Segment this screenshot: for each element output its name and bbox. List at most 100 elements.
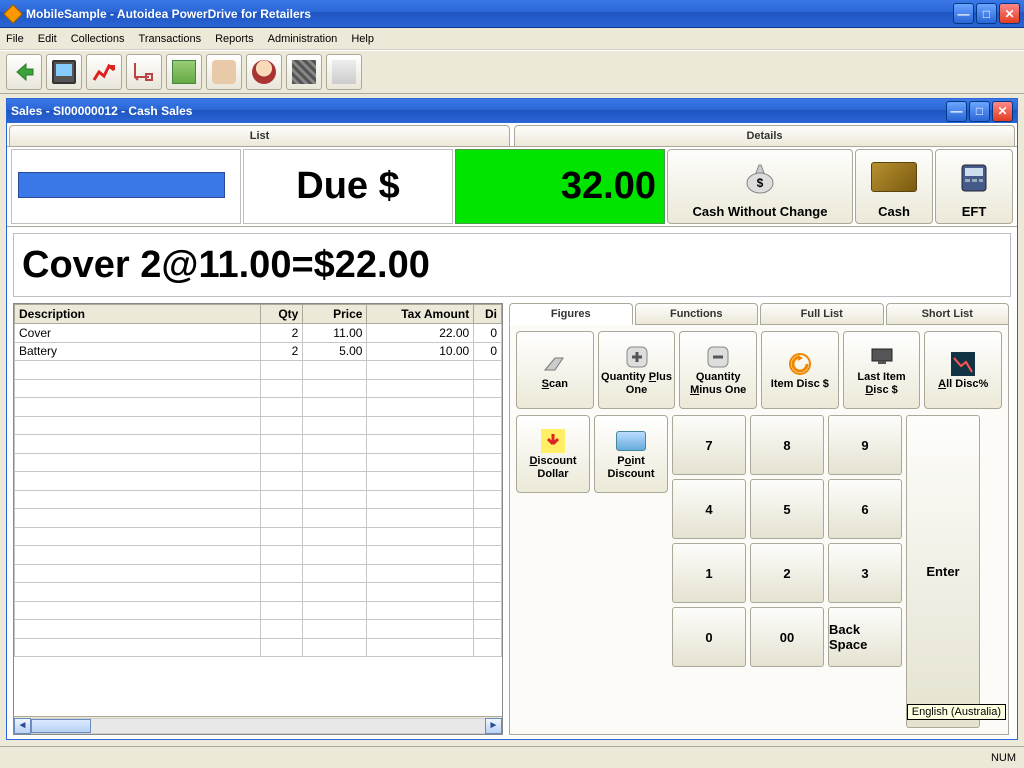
table-row[interactable] [15, 601, 502, 620]
sales-title: Sales - SI00000012 - Cash Sales [11, 104, 192, 118]
table-row[interactable]: Cover 2 11.00 22.00 0 [15, 324, 502, 343]
tool-keyboard[interactable] [286, 54, 322, 90]
menu-file[interactable]: File [6, 33, 24, 45]
table-row[interactable]: Battery 2 5.00 10.00 0 [15, 342, 502, 361]
tool-chart[interactable] [86, 54, 122, 90]
table-row[interactable] [15, 546, 502, 565]
tool-handshake[interactable] [206, 54, 242, 90]
toolbar [0, 50, 1024, 94]
plus-icon [625, 345, 649, 369]
tool-person[interactable] [326, 54, 362, 90]
key-9[interactable]: 9 [828, 415, 902, 475]
key-00[interactable]: 00 [750, 607, 824, 667]
all-disc-pct-button[interactable]: All Disc% [924, 331, 1002, 409]
statusbar: NUM [0, 746, 1024, 768]
progress-bar [18, 172, 225, 198]
sales-close-button[interactable]: ✕ [992, 101, 1013, 122]
col-di[interactable]: Di [474, 305, 502, 324]
tool-money[interactable] [166, 54, 202, 90]
key-8[interactable]: 8 [750, 415, 824, 475]
table-row[interactable] [15, 398, 502, 417]
tool-pos[interactable] [46, 54, 82, 90]
app-title: MobileSample - Autoidea PowerDrive for R… [26, 7, 311, 21]
tab-list[interactable]: List [9, 125, 510, 146]
eft-button[interactable]: EFT [935, 149, 1013, 224]
discount-dollar-button[interactable]: Discount Dollar [516, 415, 590, 493]
key-2[interactable]: 2 [750, 543, 824, 603]
item-disc-button[interactable]: Item Disc $ [761, 331, 839, 409]
table-row[interactable] [15, 490, 502, 509]
money-icon [172, 60, 196, 84]
minimize-button[interactable]: — [953, 3, 974, 24]
table-row[interactable] [15, 453, 502, 472]
scroll-left-icon[interactable]: ◄ [14, 718, 31, 734]
table-row[interactable] [15, 527, 502, 546]
language-tooltip: English (Australia) [907, 704, 1006, 720]
moneybag-icon: $ [740, 159, 780, 195]
tab-details[interactable]: Details [514, 125, 1015, 146]
app-titlebar: MobileSample - Autoidea PowerDrive for R… [0, 0, 1024, 28]
col-qty[interactable]: Qty [260, 305, 303, 324]
menu-help[interactable]: Help [351, 33, 374, 45]
monitor-icon [52, 60, 76, 84]
maximize-button[interactable]: □ [976, 3, 997, 24]
table-row[interactable] [15, 509, 502, 528]
last-item-disc-button[interactable]: Last Item Disc $ [843, 331, 921, 409]
table-row[interactable] [15, 583, 502, 602]
key-enter[interactable]: Enter [906, 415, 980, 728]
tool-cart[interactable] [126, 54, 162, 90]
key-4[interactable]: 4 [672, 479, 746, 539]
table-row[interactable] [15, 638, 502, 657]
menu-administration[interactable]: Administration [268, 33, 338, 45]
menu-reports[interactable]: Reports [215, 33, 254, 45]
scroll-thumb[interactable] [31, 719, 91, 733]
cash-without-change-label: Cash Without Change [693, 204, 828, 219]
tool-support[interactable] [246, 54, 282, 90]
col-price[interactable]: Price [303, 305, 367, 324]
key-backspace[interactable]: Back Space [828, 607, 902, 667]
keyboard-icon [292, 60, 316, 84]
subtab-short-list[interactable]: Short List [886, 303, 1010, 325]
close-button[interactable]: ✕ [999, 3, 1020, 24]
key-0[interactable]: 0 [672, 607, 746, 667]
menu-collections[interactable]: Collections [71, 33, 125, 45]
cash-icon [871, 162, 917, 192]
back-button[interactable] [6, 54, 42, 90]
menu-edit[interactable]: Edit [38, 33, 57, 45]
subtab-full-list[interactable]: Full List [760, 303, 884, 325]
sales-minimize-button[interactable]: — [946, 101, 967, 122]
qty-plus-button[interactable]: Quantity Plus One [598, 331, 676, 409]
col-description[interactable]: Description [15, 305, 261, 324]
key-1[interactable]: 1 [672, 543, 746, 603]
cash-without-change-button[interactable]: $ Cash Without Change [667, 149, 853, 224]
table-row[interactable] [15, 620, 502, 639]
minus-icon [706, 345, 730, 369]
menu-transactions[interactable]: Transactions [139, 33, 202, 45]
table-row[interactable] [15, 435, 502, 454]
scroll-right-icon[interactable]: ► [485, 718, 502, 734]
horizontal-scrollbar[interactable]: ◄ ► [14, 716, 502, 734]
key-7[interactable]: 7 [672, 415, 746, 475]
key-5[interactable]: 5 [750, 479, 824, 539]
key-3[interactable]: 3 [828, 543, 902, 603]
table-row[interactable] [15, 379, 502, 398]
table-row[interactable] [15, 472, 502, 491]
qty-minus-button[interactable]: Quantity Minus One [679, 331, 757, 409]
progress-box [11, 149, 241, 224]
sales-maximize-button[interactable]: □ [969, 101, 990, 122]
point-discount-button[interactable]: Point Discount [594, 415, 668, 493]
menubar: File Edit Collections Transactions Repor… [0, 28, 1024, 50]
subtab-functions[interactable]: Functions [635, 303, 759, 325]
eft-label: EFT [962, 204, 987, 219]
scan-button[interactable]: Scan [516, 331, 594, 409]
line-readout: Cover 2@11.00=$22.00 [13, 233, 1011, 297]
table-row[interactable] [15, 564, 502, 583]
cash-button[interactable]: Cash [855, 149, 933, 224]
col-tax-amount[interactable]: Tax Amount [367, 305, 474, 324]
table-row[interactable] [15, 416, 502, 435]
key-6[interactable]: 6 [828, 479, 902, 539]
subtab-figures[interactable]: Figures [509, 303, 633, 325]
due-amount: 32.00 [455, 149, 665, 224]
table-row[interactable] [15, 361, 502, 380]
barcode-scanner-icon [541, 352, 569, 376]
